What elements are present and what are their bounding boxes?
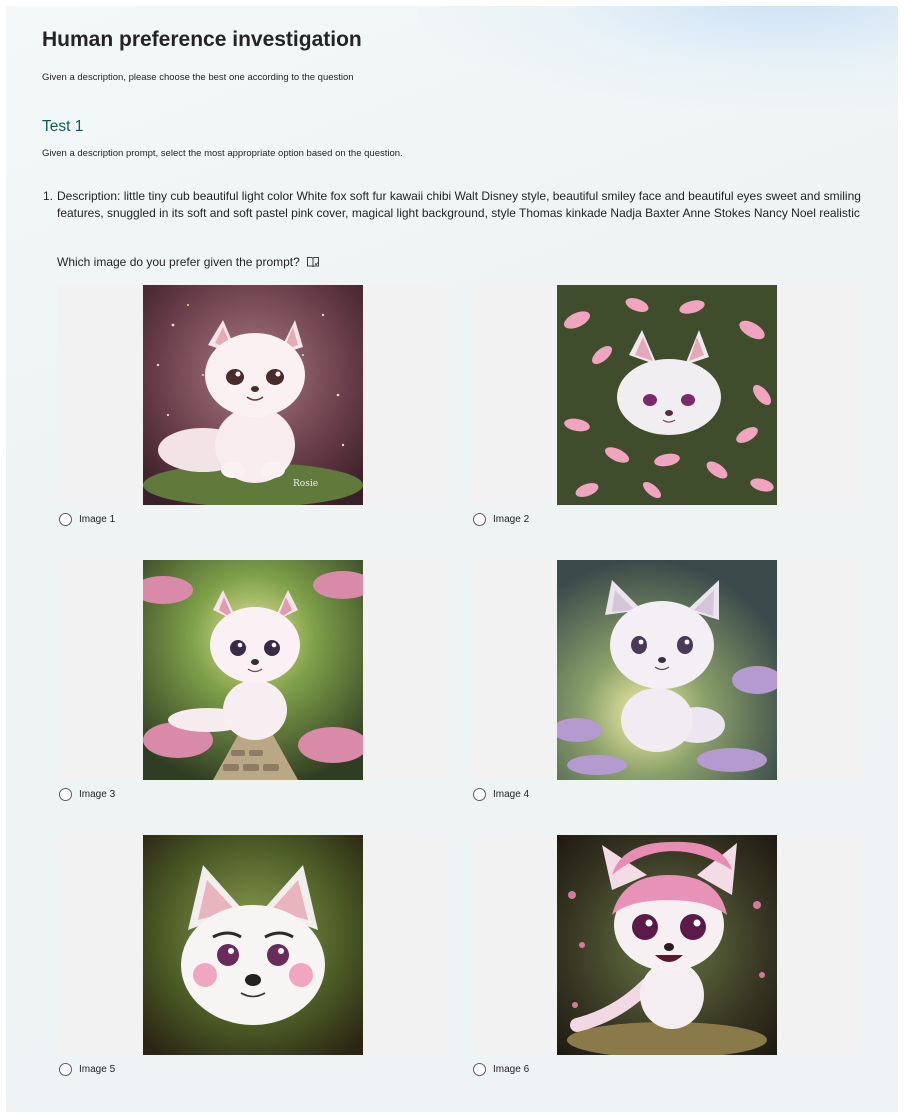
image-panel: [471, 285, 861, 505]
form-page: Human preference investigation Given a d…: [6, 6, 898, 1112]
image-panel: [471, 835, 861, 1055]
question-number: 1.: [43, 189, 54, 203]
radio-button[interactable]: [473, 513, 486, 526]
fox-image-1: Rosie: [143, 285, 363, 505]
option-1-choice[interactable]: Image 1: [59, 513, 115, 526]
fox-image-5: [143, 835, 363, 1055]
option-3-choice[interactable]: Image 3: [59, 788, 115, 801]
section-description: Given a description prompt, select the m…: [42, 148, 403, 159]
radio-button[interactable]: [59, 1063, 72, 1076]
form-title: Human preference investigation: [42, 28, 362, 51]
option-image-1: Rosie Image 1: [57, 285, 447, 526]
option-2-choice[interactable]: Image 2: [473, 513, 529, 526]
option-label: Image 5: [79, 1064, 116, 1075]
option-6-choice[interactable]: Image 6: [473, 1063, 529, 1076]
form-subtitle: Given a description, please choose the b…: [42, 72, 354, 83]
option-image-4: Image 4: [471, 560, 861, 801]
svg-text:Rosie: Rosie: [293, 479, 318, 489]
option-5-choice[interactable]: Image 5: [59, 1063, 115, 1076]
fox-image-3: [143, 560, 363, 780]
immersive-reader-icon[interactable]: [306, 255, 320, 269]
radio-button[interactable]: [59, 513, 72, 526]
image-panel: [57, 560, 447, 780]
option-4-choice[interactable]: Image 4: [473, 788, 529, 801]
header-glow: [418, 6, 898, 106]
radio-button[interactable]: [59, 788, 72, 801]
fox-image-2: [557, 285, 777, 505]
option-label: Image 2: [493, 514, 530, 525]
option-label: Image 3: [79, 789, 116, 800]
image-panel: [471, 560, 861, 780]
fox-image-4: [557, 560, 777, 780]
option-label: Image 4: [493, 789, 530, 800]
fox-image-6: [557, 835, 777, 1055]
option-label: Image 1: [79, 514, 116, 525]
option-image-3: Image 3: [57, 560, 447, 801]
radio-button[interactable]: [473, 1063, 486, 1076]
question-description: Description: little tiny cub beautiful l…: [57, 189, 861, 220]
question-prompt: Which image do you prefer given the prom…: [57, 255, 300, 269]
option-image-5: Image 5: [57, 835, 447, 1076]
option-image-2: Image 2: [471, 285, 861, 526]
option-image-6: Image 6: [471, 835, 861, 1076]
option-label: Image 6: [493, 1064, 530, 1075]
image-panel: [57, 835, 447, 1055]
radio-button[interactable]: [473, 788, 486, 801]
image-panel: Rosie: [57, 285, 447, 505]
section-title: Test 1: [42, 118, 84, 135]
question-prompt-row: Which image do you prefer given the prom…: [57, 255, 320, 269]
